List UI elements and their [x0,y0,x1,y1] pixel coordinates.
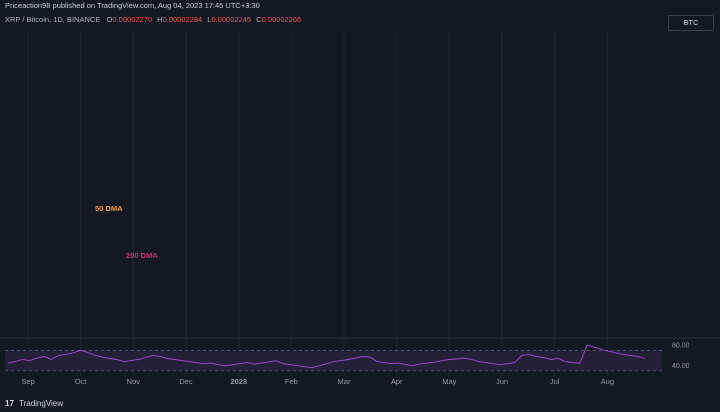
tradingview-logo-text: TradingView [18,399,64,408]
time-axis-label: Oct [75,377,88,386]
tradingview-logo-icon: 17 [5,399,14,408]
time-axis-label: Nov [127,377,141,386]
price-chart[interactable]: 50 DMA200 DMA0.000030000.000029000.00002… [0,0,720,412]
rsi-axis-label: 40.00 [672,363,690,370]
time-axis-label: Dec [179,377,193,386]
footer-bar: 17 TradingView [0,396,720,412]
ma200-annotation: 200 DMA [126,251,158,260]
rsi-axis-label: 80.00 [672,343,690,350]
time-axis-label: Sep [21,377,34,386]
time-axis-label: 2023 [230,377,247,386]
time-axis-label: Jul [550,377,560,386]
time-axis-label: Aug [601,377,614,386]
time-axis-label: Mar [338,377,351,386]
time-axis-label: May [442,377,456,386]
time-axis-label: Apr [391,377,403,386]
time-axis-label: Jun [496,377,508,386]
time-axis-label: Feb [285,377,298,386]
ma50-annotation: 50 DMA [95,204,123,213]
